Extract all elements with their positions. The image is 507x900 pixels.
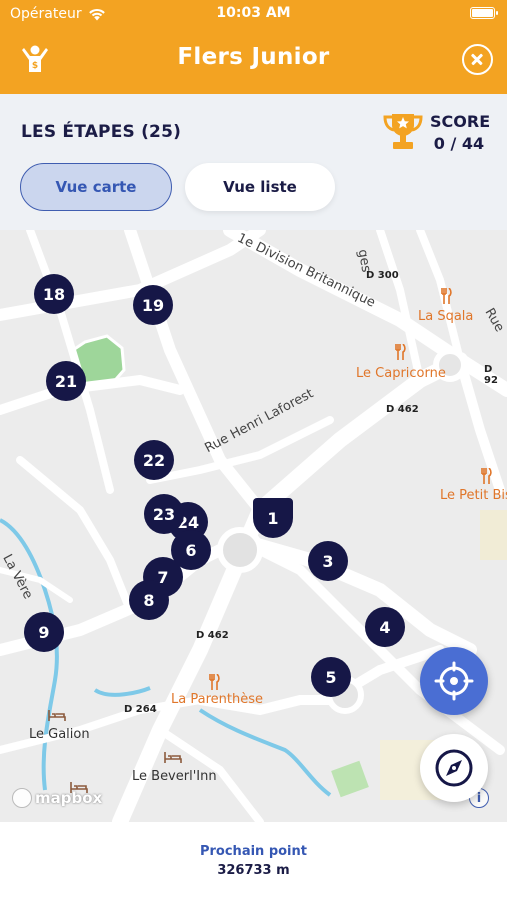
step-marker[interactable]: 1 [253,498,293,538]
road-label: D 462 [386,404,419,415]
step-marker[interactable]: 19 [133,285,173,325]
poi-label: La Parenthèse [171,692,263,707]
poi-label: Le Petit Bis [440,488,507,503]
top-bar: Opérateur 10:03 AM $ Flers Junior [0,0,507,94]
mapbox-attribution: mapbox [12,788,102,808]
crosshair-icon [434,661,474,701]
next-point-panel: Prochain point 326733 m [0,822,507,900]
step-marker[interactable]: 18 [34,274,74,314]
poi-label: La Sqala [418,309,474,324]
tab-map-view[interactable]: Vue carte [20,163,172,211]
navigation-bar: $ Flers Junior [0,30,507,92]
place-label: Le Beverl'Inn [132,769,217,784]
restaurant-icon [481,468,492,484]
road-label: D 264 [124,704,157,715]
step-marker[interactable]: 22 [134,440,174,480]
compass-button[interactable] [420,734,488,802]
road-label: D 462 [196,630,229,641]
restaurant-icon [441,288,452,304]
trophy-icon [383,114,423,149]
tab-list-view[interactable]: Vue liste [185,163,335,211]
step-marker[interactable]: 8 [129,580,169,620]
hotel-icon [48,710,66,721]
next-point-distance: 326733 m [217,863,290,878]
locate-button[interactable] [420,647,488,715]
mapbox-label: mapbox [35,789,103,807]
step-marker[interactable]: 5 [311,657,351,697]
restaurant-icon [395,344,406,360]
road-label: D 300 [366,270,399,281]
mapbox-logo-icon [12,788,32,808]
clock: 10:03 AM [216,5,291,21]
step-marker[interactable]: 9 [24,612,64,652]
place-label: Le Galion [29,727,90,742]
steps-header: LES ÉTAPES (25) SCORE 0 / 44 Vue carte V… [0,94,507,230]
step-marker[interactable]: 3 [308,541,348,581]
steps-title: LES ÉTAPES (25) [21,122,182,142]
battery-icon [470,7,498,19]
step-marker[interactable]: 4 [365,607,405,647]
compass-icon [435,749,473,787]
hotel-icon [164,752,182,763]
score-value: 0 / 44 [433,134,485,153]
status-bar: Opérateur 10:03 AM [0,0,507,28]
poi-label: Le Capricorne [356,366,446,381]
score-label: SCORE [430,112,491,131]
app-title: Flers Junior [177,44,330,70]
step-marker[interactable]: 21 [46,361,86,401]
step-marker[interactable]: 23 [144,494,184,534]
restaurant-icon [209,674,220,690]
road-label: D 92 [484,364,498,386]
next-point-label: Prochain point [199,844,307,859]
close-button[interactable] [462,44,493,75]
